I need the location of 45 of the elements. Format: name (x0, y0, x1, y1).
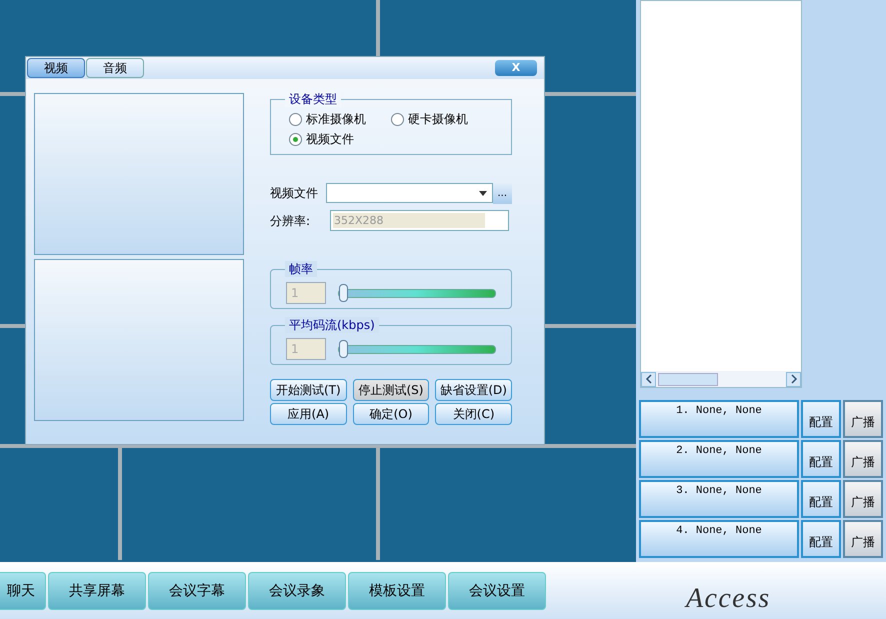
field-label: 分辨率: (270, 212, 312, 230)
dialog-button[interactable]: 开始测试(T) (270, 379, 347, 401)
broadcast-button[interactable]: 广播 (843, 480, 883, 518)
radio-option[interactable]: 硬卡摄像机 (391, 110, 493, 128)
toolbar-button[interactable]: 聊天 (0, 572, 46, 610)
toolbar-button[interactable]: 共享屏幕 (48, 572, 146, 610)
participant-button[interactable]: 4. None, None (639, 520, 799, 558)
dialog-button[interactable]: 确定(O) (352, 403, 430, 425)
participant-button[interactable]: 2. None, None (639, 440, 799, 478)
broadcast-button[interactable]: 广播 (843, 400, 883, 438)
broadcast-button[interactable]: 广播 (843, 440, 883, 478)
toolbar-button[interactable]: 会议设置 (448, 572, 546, 610)
dialog-button[interactable]: 停止测试(S) (352, 379, 430, 401)
radio-button[interactable] (391, 112, 404, 126)
scroll-thumb[interactable] (658, 372, 718, 386)
browse-button[interactable]: ... (492, 182, 512, 204)
tab[interactable]: 音频 (86, 58, 144, 78)
config-button[interactable]: 配置 (801, 520, 841, 558)
participant-button[interactable]: 3. None, None (639, 480, 799, 518)
dialog-button[interactable]: 缺省设置(D) (435, 379, 512, 401)
group-title: 帧率 (285, 261, 317, 277)
radio-option[interactable]: 标准摄像机 (289, 110, 391, 128)
toolbar-button[interactable]: 会议录象 (248, 572, 346, 610)
config-button[interactable]: 配置 (801, 480, 841, 518)
config-button[interactable]: 配置 (801, 400, 841, 438)
config-button[interactable]: 配置 (801, 440, 841, 478)
radio-button[interactable] (289, 112, 302, 126)
dropdown-arrow-icon (478, 190, 486, 196)
toolbar-button[interactable]: 会议字幕 (148, 572, 246, 610)
participant-button[interactable]: 1. None, None (639, 400, 799, 438)
group-title: 平均码流(kbps) (285, 317, 379, 333)
dialog-button[interactable]: 应用(A) (270, 403, 347, 425)
horizontal-scrollbar[interactable] (641, 371, 801, 387)
field-label: 视频文件 (270, 185, 319, 202)
dialog-button[interactable]: 关闭(C) (435, 403, 512, 425)
video-file-dropdown[interactable] (326, 183, 492, 203)
scroll-left-icon[interactable] (641, 372, 656, 386)
group-title: 设备类型 (285, 91, 341, 107)
radio-button[interactable] (289, 132, 302, 146)
broadcast-button[interactable]: 广播 (843, 520, 883, 558)
toolbar-button[interactable]: 模板设置 (348, 572, 446, 610)
tab[interactable]: 视频 (27, 58, 85, 78)
radio-option[interactable]: 视频文件 (289, 130, 391, 148)
brand-logo: Access (686, 582, 771, 616)
scroll-right-icon[interactable] (786, 372, 801, 386)
